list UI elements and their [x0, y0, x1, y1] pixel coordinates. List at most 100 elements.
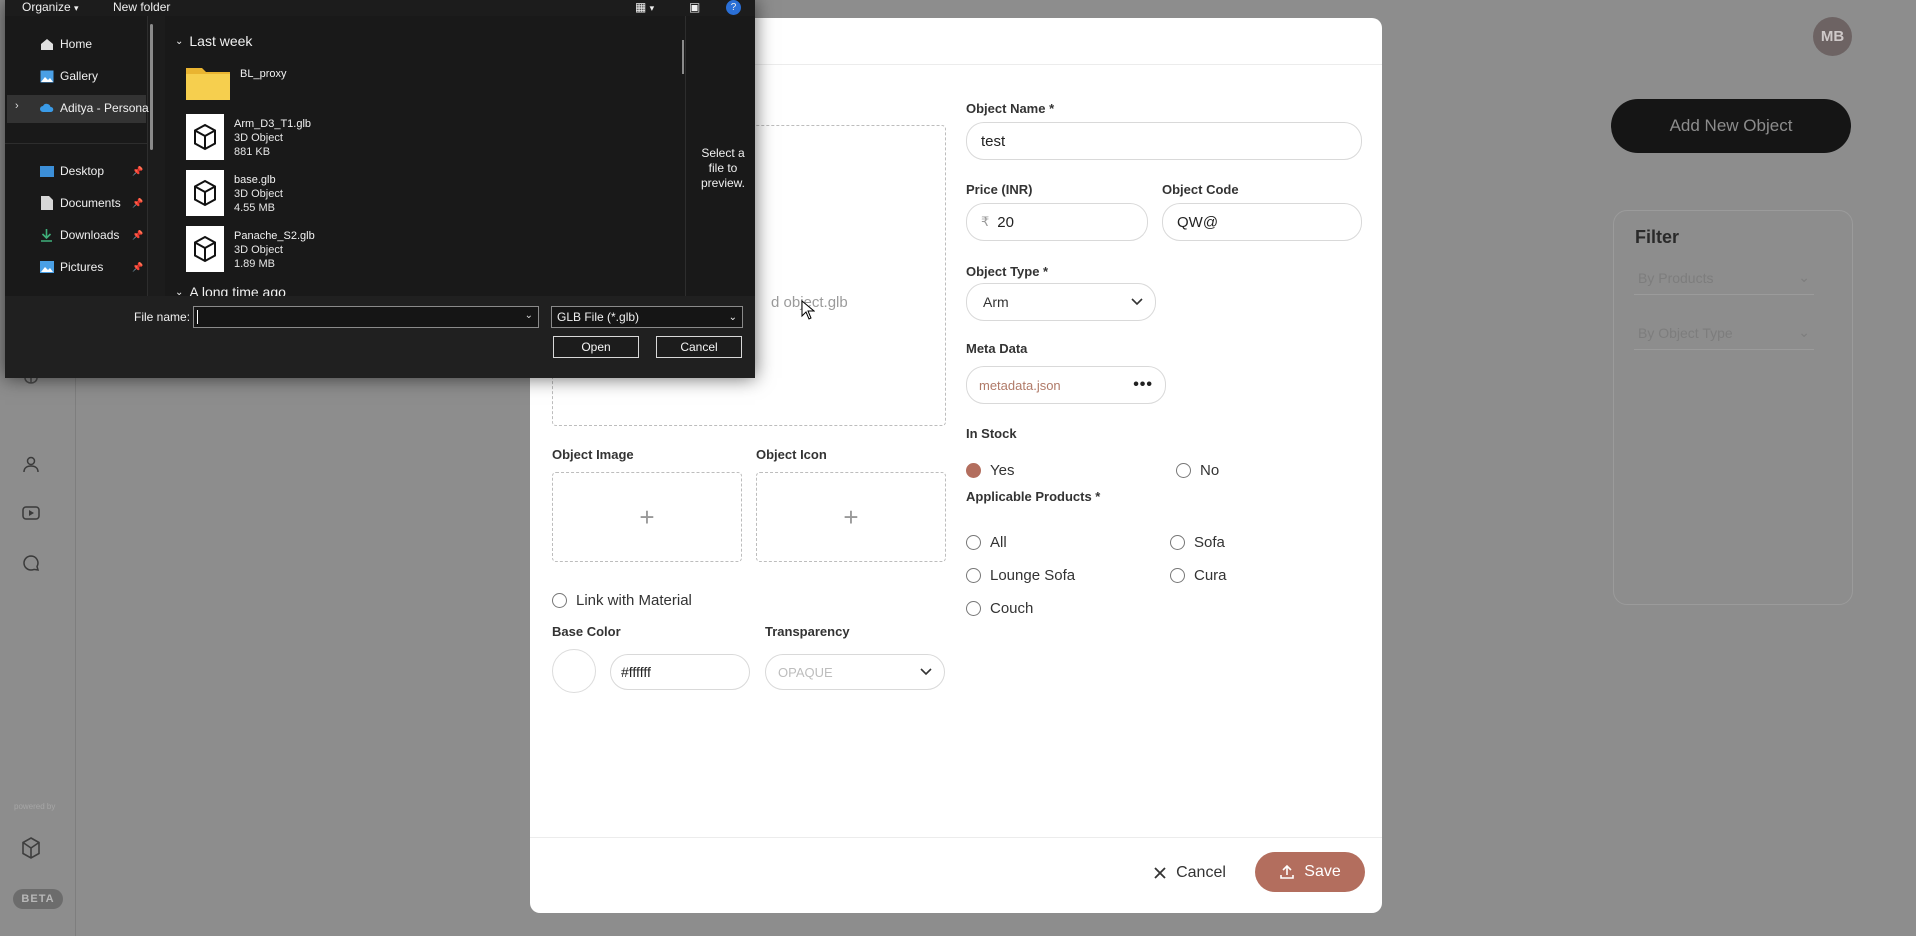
- product-sofa-radio[interactable]: Sofa: [1170, 534, 1225, 551]
- in-stock-yes-radio[interactable]: Yes: [966, 462, 1014, 479]
- avatar[interactable]: MB: [1813, 17, 1852, 56]
- cube-logo-icon: [19, 836, 43, 860]
- transparency-select[interactable]: OPAQUE: [765, 654, 945, 690]
- nav-item-label: Pictures: [60, 260, 104, 274]
- nav-item-desktop[interactable]: Desktop: [39, 164, 104, 178]
- group-header-label: Last week: [189, 33, 253, 49]
- chevron-down-icon[interactable]: ⌄: [525, 310, 533, 321]
- nav-divider: [5, 143, 148, 144]
- file-type: 3D Object: [234, 132, 283, 144]
- upload-icon: [1280, 864, 1295, 879]
- product-cura-radio[interactable]: Cura: [1170, 567, 1227, 584]
- file-name: Arm_D3_T1.glb: [234, 118, 312, 130]
- nav-item-pictures[interactable]: Pictures: [39, 260, 103, 274]
- object-name-label: Object Name *: [966, 101, 1055, 116]
- open-button[interactable]: Open: [553, 336, 639, 358]
- base-color-swatch[interactable]: [552, 649, 596, 693]
- base-color-label: Base Color: [552, 624, 621, 639]
- link-with-material-radio[interactable]: Link with Material: [552, 592, 692, 609]
- radio-icon: [1176, 463, 1191, 478]
- file-list-scrollbar[interactable]: [682, 40, 684, 74]
- nav-item-home[interactable]: Home: [39, 37, 92, 51]
- by-products-select[interactable]: By Products ⌄: [1634, 261, 1814, 295]
- radio-icon: [966, 601, 981, 616]
- nav-item-documents[interactable]: Documents: [39, 196, 121, 210]
- by-object-type-select[interactable]: By Object Type ⌄: [1634, 316, 1814, 350]
- chevron-down-icon: ⌄: [1798, 324, 1810, 340]
- list-item[interactable]: Panache_S2.glb 3D Object 1.89 MB: [186, 226, 315, 272]
- 3d-object-icon: [186, 170, 224, 216]
- more-options-icon[interactable]: •••: [1133, 376, 1153, 394]
- chat-icon[interactable]: [19, 551, 43, 575]
- file-type: 3D Object: [234, 244, 283, 256]
- chevron-down-icon: ⌄: [728, 311, 737, 323]
- nav-scrollbar[interactable]: [150, 24, 153, 150]
- product-label: All: [990, 534, 1007, 551]
- pin-icon: 📌: [132, 262, 144, 272]
- filter-title: Filter: [1635, 227, 1680, 247]
- help-icon[interactable]: ?: [726, 0, 741, 15]
- 3d-object-icon: [186, 226, 224, 272]
- object-code-input[interactable]: QW@: [1162, 203, 1362, 241]
- nav-item-label: Gallery: [60, 69, 99, 83]
- in-stock-no-radio[interactable]: No: [1176, 462, 1219, 479]
- folder-icon: [186, 64, 230, 103]
- nav-item-gallery[interactable]: Gallery: [39, 69, 98, 83]
- add-new-object-button[interactable]: Add New Object: [1611, 99, 1851, 153]
- object-icon-upload[interactable]: +: [756, 472, 946, 562]
- chevron-down-icon: ⌄: [1798, 269, 1810, 285]
- nav-item-downloads[interactable]: Downloads: [39, 228, 119, 242]
- meta-data-file: metadata.json: [979, 377, 1061, 393]
- object-code-value: QW@: [1177, 213, 1219, 231]
- cancel-button[interactable]: Cancel: [1135, 853, 1245, 893]
- 3d-object-icon: [186, 114, 224, 160]
- nav-item-label: Documents: [60, 196, 121, 210]
- file-type-select[interactable]: GLB File (*.glb) ⌄: [551, 306, 743, 328]
- nav-item-label: Home: [60, 37, 93, 51]
- modal-footer-divider: [530, 837, 1382, 838]
- file-type: 3D Object: [234, 188, 283, 200]
- desktop-icon: [39, 164, 54, 178]
- video-icon[interactable]: [19, 501, 43, 525]
- file-list: ⌄ Last week BL_proxy Arm_D3_T1.glb 3D Ob…: [165, 16, 685, 296]
- meta-data-input[interactable]: metadata.json •••: [966, 366, 1166, 404]
- nav-item-onedrive[interactable]: Aditya - Persona: [39, 101, 149, 115]
- product-all-radio[interactable]: All: [966, 534, 1007, 551]
- object-name-input[interactable]: test: [966, 122, 1362, 160]
- list-item[interactable]: Arm_D3_T1.glb 3D Object 881 KB: [186, 114, 311, 160]
- document-icon: [39, 196, 54, 210]
- cancel-label: Cancel: [1176, 864, 1226, 881]
- file-name-input[interactable]: ⌄: [193, 306, 539, 328]
- user-icon[interactable]: [19, 452, 43, 476]
- chevron-right-icon[interactable]: ›: [15, 100, 19, 112]
- transparency-label: Transparency: [765, 624, 850, 639]
- group-header-last-week[interactable]: ⌄ Last week: [175, 33, 252, 49]
- product-lounge-sofa-radio[interactable]: Lounge Sofa: [966, 567, 1075, 584]
- organize-menu[interactable]: Organize ▾: [22, 0, 79, 14]
- chevron-down-icon: [920, 668, 932, 676]
- radio-icon: [552, 593, 567, 608]
- base-color-input[interactable]: #ffffff: [610, 654, 750, 690]
- new-folder-button[interactable]: New folder: [113, 0, 170, 14]
- preview-pane-icon[interactable]: ▣: [689, 0, 700, 14]
- dialog-cancel-button[interactable]: Cancel: [656, 336, 742, 358]
- by-products-label: By Products: [1638, 269, 1714, 286]
- caret-down-icon: ▾: [74, 3, 79, 13]
- product-label: Sofa: [1194, 534, 1225, 551]
- organize-label: Organize: [22, 0, 71, 14]
- view-options-icon[interactable]: ▦ ▾: [635, 0, 654, 14]
- list-item[interactable]: base.glb 3D Object 4.55 MB: [186, 170, 283, 216]
- object-type-select[interactable]: Arm: [966, 283, 1156, 321]
- object-image-label: Object Image: [552, 447, 634, 462]
- object-icon-label: Object Icon: [756, 447, 827, 462]
- save-button[interactable]: Save: [1255, 852, 1365, 892]
- group-header-long-ago[interactable]: ⌄ A long time ago: [175, 284, 286, 296]
- list-item[interactable]: BL_proxy: [186, 64, 286, 103]
- product-couch-radio[interactable]: Couch: [966, 600, 1033, 617]
- price-input[interactable]: ₹ 20: [966, 203, 1148, 241]
- in-stock-no-label: No: [1200, 462, 1220, 479]
- plus-icon: +: [639, 501, 655, 532]
- object-image-upload[interactable]: +: [552, 472, 742, 562]
- product-label: Lounge Sofa: [990, 567, 1076, 584]
- price-label: Price (INR): [966, 182, 1033, 197]
